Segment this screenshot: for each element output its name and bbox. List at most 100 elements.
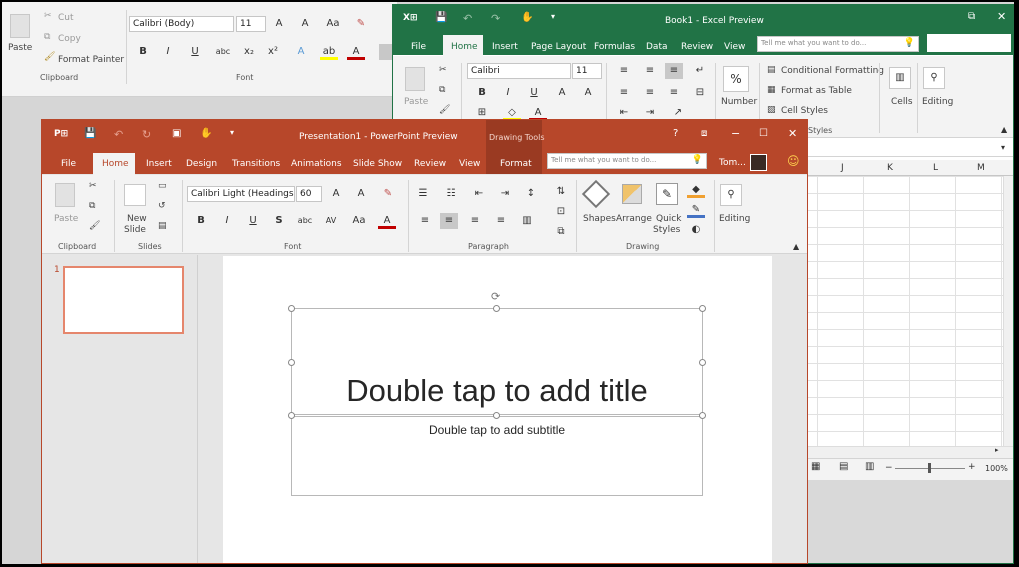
ppt-smartart-icon[interactable]: ⧉ [552,224,570,240]
excel-cell-styles-label[interactable]: Cell Styles [781,106,828,116]
excel-number-label[interactable]: Number [721,97,757,107]
ppt-ribbon-display-icon[interactable]: ⧈ [701,128,707,139]
excel-collapse-ribbon-icon[interactable]: ▲ [1001,125,1007,134]
excel-tab-data[interactable]: Data [646,42,668,52]
word-text-effects-icon[interactable]: A [292,44,310,60]
copy-label[interactable]: Copy [58,34,81,44]
ppt-strike-icon[interactable]: abc [296,213,314,229]
cut-label[interactable]: Cut [58,13,74,23]
excel-normal-view-icon[interactable]: ▦ [811,461,820,472]
excel-page-break-icon[interactable]: ▥ [865,461,874,472]
resize-handle[interactable] [288,359,295,366]
excel-cut-icon[interactable]: ✂ [439,65,447,75]
ppt-tell-me[interactable]: Tell me what you want to do... 💡 [547,153,707,169]
ppt-shadow-icon[interactable]: S [270,213,288,229]
ppt-reset-icon[interactable]: ↺ [158,201,166,211]
word-superscript-icon[interactable]: x² [264,44,282,60]
excel-paste-icon[interactable] [405,67,425,91]
excel-conditional-label[interactable]: Conditional Formatting [781,66,884,76]
excel-tab-file[interactable]: File [411,42,426,52]
ppt-minimize-icon[interactable]: − [731,127,740,140]
cut-icon[interactable]: ✂ [44,11,52,21]
ppt-bullets-icon[interactable]: ☰ [414,186,432,202]
excel-align-middle-icon[interactable]: ≡ [641,63,659,79]
ppt-layout-icon[interactable]: ▭ [158,181,167,191]
excel-align-left-icon[interactable]: ≡ [615,85,633,101]
ppt-numbering-icon[interactable]: ☷ [442,186,460,202]
ppt-user-name[interactable]: Tom... [719,158,746,168]
excel-cell-styles-icon[interactable]: ▧ [767,105,776,115]
resize-handle[interactable] [493,305,500,312]
ppt-grow-font-icon[interactable]: A [327,186,345,202]
excel-italic-icon[interactable]: I [499,85,517,101]
ppt-tab-file[interactable]: File [61,159,76,169]
ppt-cut-icon[interactable]: ✂ [89,181,97,191]
excel-merge-icon[interactable]: ⊟ [691,85,709,101]
ppt-spacing-icon[interactable]: AV [322,213,340,229]
excel-tab-page-layout[interactable]: Page Layout [531,42,586,52]
ppt-shrink-font-icon[interactable]: A [352,186,370,202]
ppt-shapes-label[interactable]: Shapes [583,214,616,224]
ppt-copy-icon[interactable]: ⧉ [89,201,95,211]
title-placeholder-text[interactable]: Double tap to add title [291,373,703,409]
excel-tab-review[interactable]: Review [681,42,713,52]
ppt-quick-styles-label-2[interactable]: Styles [653,225,680,235]
ppt-tab-transitions[interactable]: Transitions [232,159,280,169]
clipboard-paste-icon[interactable] [10,14,30,38]
ppt-undo-icon[interactable]: ↶ [114,128,123,141]
format-painter-icon[interactable]: 🖌 [44,52,55,62]
excel-underline-icon[interactable]: U [525,85,543,101]
ppt-save-icon[interactable]: 💾 [84,128,96,139]
excel-zoom-level[interactable]: 100% [985,464,1008,473]
excel-undo-icon[interactable]: ↶ [463,12,472,25]
word-change-case-icon[interactable]: Aa [324,16,342,32]
ppt-arrange-label[interactable]: Arrange [616,214,652,224]
ppt-change-case-icon[interactable]: Aa [350,213,368,229]
ppt-shape-fill-icon[interactable]: ◆ [687,182,705,198]
word-shrink-font-icon[interactable]: A [296,16,314,32]
ppt-align-right-icon[interactable]: ≡ [466,213,484,229]
ppt-paste-icon[interactable] [55,183,75,207]
excel-bold-icon[interactable]: B [473,85,491,101]
excel-col-k[interactable]: K [887,163,893,173]
ppt-new-slide-label-2[interactable]: Slide [124,225,146,235]
excel-align-bottom-icon[interactable]: ≡ [665,63,683,79]
excel-font-size[interactable]: 11 [572,63,602,79]
excel-font-name[interactable]: Calibri [467,63,571,79]
slide-canvas[interactable]: Double tap to add title Double tap to ad… [223,256,772,563]
ppt-tab-review[interactable]: Review [414,159,446,169]
ppt-quick-styles-label-1[interactable]: Quick [656,214,681,224]
word-grow-font-icon[interactable]: A [270,16,288,32]
subtitle-placeholder-text[interactable]: Double tap to add subtitle [291,423,703,437]
excel-tab-formulas[interactable]: Formulas [594,42,635,52]
excel-binoculars-icon[interactable]: ⚲ [923,67,945,89]
ppt-font-color-icon[interactable]: A [378,213,396,229]
rotate-handle-icon[interactable]: ⟳ [491,290,500,303]
excel-copy-icon[interactable]: ⧉ [439,85,445,95]
excel-col-j[interactable]: J [841,163,844,173]
ppt-help-icon[interactable]: ? [673,128,678,139]
ppt-tab-slide-show[interactable]: Slide Show [353,159,402,169]
resize-handle[interactable] [699,412,706,419]
excel-col-m[interactable]: M [977,163,985,173]
word-highlight-icon[interactable]: ab [320,44,338,60]
word-bold-icon[interactable]: B [134,44,152,60]
word-font-color-icon[interactable]: A [347,44,365,60]
word-subscript-icon[interactable]: x₂ [240,44,258,60]
ppt-redo-icon[interactable]: ↻ [142,128,151,141]
excel-editing-label[interactable]: Editing [922,97,953,107]
excel-tell-me[interactable]: Tell me what you want to do... 💡 [757,36,919,52]
ppt-indent-icon[interactable]: ⇥ [496,186,514,202]
word-font-size[interactable]: 11 [236,16,266,32]
excel-format-painter-icon[interactable]: 🖌 [439,105,450,115]
ppt-columns-icon[interactable]: ▥ [518,213,536,229]
ppt-quick-styles-icon[interactable]: ✎ [656,183,678,205]
ppt-tab-view[interactable]: View [459,159,480,169]
resize-handle[interactable] [699,359,706,366]
ppt-arrange-icon[interactable] [622,184,642,204]
paste-label[interactable]: Paste [8,43,32,53]
ppt-align-text-icon[interactable]: ⊡ [552,204,570,220]
ppt-qat-more-icon[interactable]: ▾ [230,128,234,137]
excel-align-center-icon[interactable]: ≡ [641,85,659,101]
ppt-touch-icon[interactable]: ✋ [200,128,212,139]
